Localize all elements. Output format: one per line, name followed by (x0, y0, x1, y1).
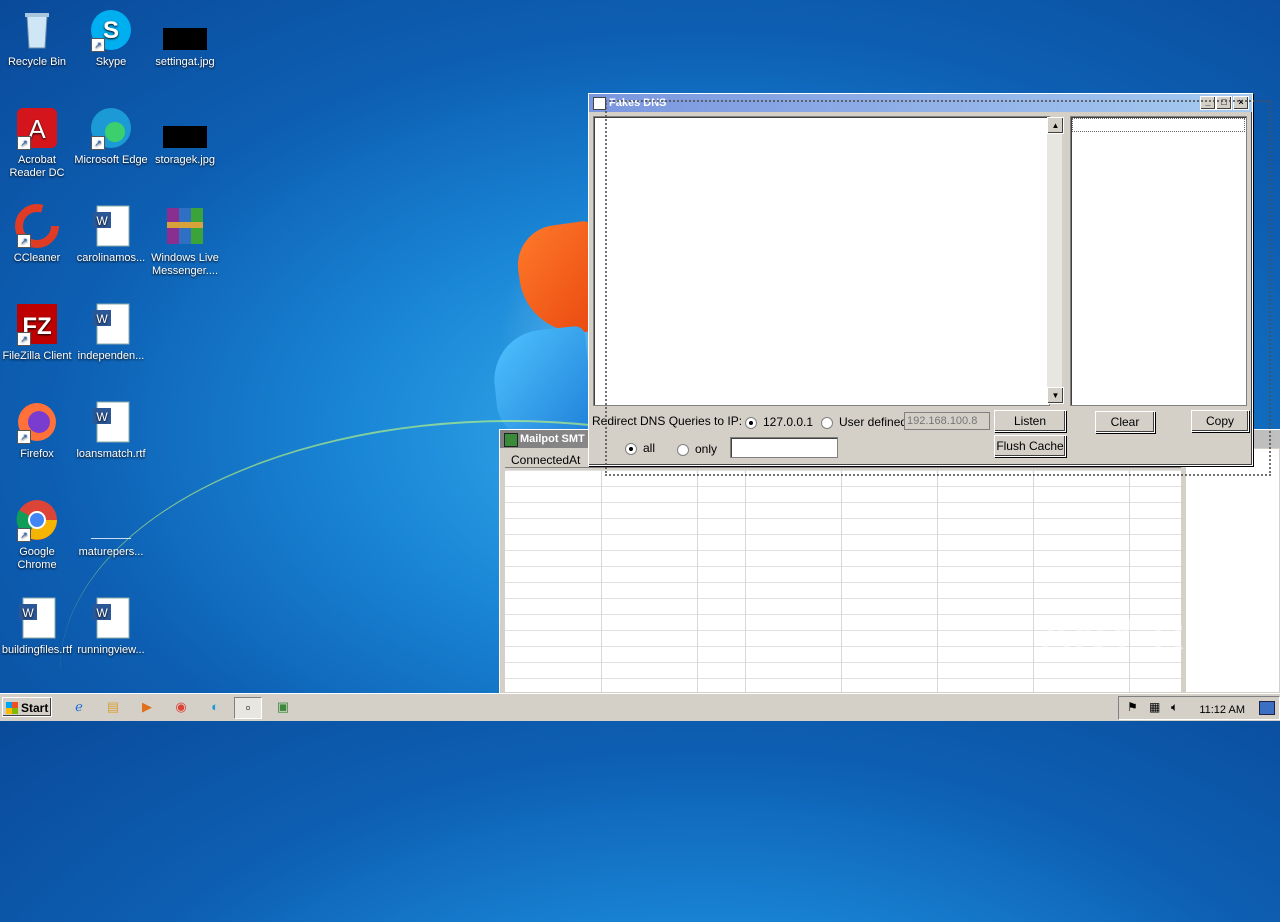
word-document-icon: W (89, 302, 133, 346)
desktop-icon-label: Acrobat Reader DC (9, 154, 65, 179)
shortcut-arrow-icon: ↗ (91, 38, 105, 52)
desktop-icon-label: CCleaner (13, 252, 61, 264)
desktop-icon-label: storagek.jpg (155, 154, 215, 166)
shortcut-arrow-icon: ↗ (17, 430, 31, 444)
desktop-icon-acrobat[interactable]: A ↗ Acrobat Reader DC (0, 106, 74, 180)
action-center-flag-icon[interactable]: ⚑ (1127, 700, 1138, 714)
firefox-icon: ↗ (15, 400, 59, 444)
word-document-icon: W (89, 204, 133, 248)
svg-text:W: W (96, 606, 108, 620)
image-file-icon (163, 8, 207, 52)
acrobat-icon: A ↗ (15, 106, 59, 150)
desktop-icon-winrar[interactable]: Windows Live Messenger.... (148, 204, 222, 278)
system-tray: ⚑ ▦ 🔈︎ 11:12 AM (1118, 696, 1280, 720)
svg-text:W: W (96, 312, 108, 326)
filezilla-icon: FZ ↗ (15, 302, 59, 346)
recycle-bin-icon (15, 8, 59, 52)
clock[interactable]: 11:12 AM (1199, 704, 1245, 716)
word-document-icon: W (89, 400, 133, 444)
desktop-icon-carolinamos[interactable]: W carolinamos... (74, 204, 148, 265)
shortcut-arrow-icon: ↗ (91, 136, 105, 150)
desktop-icon-skype[interactable]: S ↗ Skype (74, 8, 148, 69)
taskbar-mailpot[interactable]: ▣ (272, 697, 294, 717)
desktop-icon-recycle-bin[interactable]: Recycle Bin (0, 8, 74, 69)
svg-text:W: W (96, 214, 108, 228)
internet-explorer-icon[interactable]: ℯ (68, 697, 90, 717)
edge-icon: ↗ (89, 106, 133, 150)
desktop-icon-filezilla[interactable]: FZ ↗ FileZilla Client (0, 302, 74, 363)
show-desktop-icon[interactable] (1259, 701, 1275, 715)
skype-icon: S ↗ (89, 8, 133, 52)
svg-text:A: A (28, 114, 46, 144)
ccleaner-icon: ↗ (15, 204, 59, 248)
start-label: Start (21, 701, 49, 715)
desktop-icon-label: loansmatch.rtf (76, 448, 146, 460)
file-explorer-icon[interactable]: ▤ (102, 697, 124, 717)
windows-flag-icon (6, 702, 18, 714)
desktop-icon-storagek-jpg[interactable]: storagek.jpg (148, 106, 222, 167)
desktop-icon-edge[interactable]: ↗ Microsoft Edge (74, 106, 148, 167)
desktop-icon-loansmatch[interactable]: W loansmatch.rtf (74, 400, 148, 461)
winrar-archive-icon (163, 204, 207, 248)
chrome-taskbar-icon[interactable]: ◉ (170, 697, 192, 717)
desktop-icon-independen[interactable]: W independen... (74, 302, 148, 363)
desktop-icon-label: independen... (77, 350, 145, 362)
desktop-icon-label: buildingfiles.rtf (1, 644, 73, 656)
desktop-icon-maturepers[interactable]: maturepers... (74, 498, 148, 559)
taskbar-fakedns[interactable]: ▫ (234, 697, 262, 719)
desktop-icon-label: runningview... (77, 644, 145, 656)
grid-column-divider (601, 470, 602, 692)
desktop-icon-buildingfiles[interactable]: W buildingfiles.rtf (0, 596, 74, 657)
desktop-icon-label: settingat.jpg (155, 56, 215, 68)
grid-column-divider (1033, 470, 1034, 692)
desktop-icon-label: Microsoft Edge (74, 154, 148, 166)
grid-column-divider (937, 470, 938, 692)
network-icon[interactable]: ▦ (1149, 700, 1160, 714)
desktop-icon-label: FileZilla Client (2, 350, 72, 362)
volume-icon[interactable]: 🔈︎ (1171, 700, 1178, 715)
desktop-icon-label: Skype (95, 56, 127, 68)
desktop-icon-label: carolinamos... (76, 252, 146, 264)
desktop-icon-settingat-jpg[interactable]: settingat.jpg (148, 8, 222, 69)
desktop-icon-firefox[interactable]: ↗ Firefox (0, 400, 74, 461)
chrome-icon: ↗ (15, 498, 59, 542)
start-button[interactable]: Start (2, 697, 52, 717)
mailpot-title: Mailpot SMT (520, 433, 585, 445)
svg-text:W: W (96, 410, 108, 424)
column-header-connectedat[interactable]: ConnectedAt (505, 452, 601, 468)
desktop-icon-label: Windows Live Messenger.... (151, 252, 219, 277)
grid-column-divider (841, 470, 842, 692)
svg-text:W: W (22, 606, 34, 620)
taskbar: Start ℯ ▤ ▶ ◉ ◐ ▫ ▣ ⚑ ▦ 🔈︎ 11:12 AM (0, 693, 1280, 721)
media-player-icon[interactable]: ▶ (136, 697, 158, 717)
window-drag-outline (605, 100, 1271, 476)
shortcut-arrow-icon: ↗ (17, 332, 31, 346)
desktop-icon-label: Google Chrome (17, 546, 57, 571)
svg-text:S: S (103, 17, 119, 44)
grid-column-divider (697, 470, 698, 692)
word-document-icon: W (15, 596, 59, 640)
desktop-icon-ccleaner[interactable]: ↗ CCleaner (0, 204, 74, 265)
desktop-icon-label: maturepers... (78, 546, 144, 558)
desktop-icon-label: Firefox (20, 448, 54, 460)
shortcut-arrow-icon: ↗ (17, 136, 31, 150)
shortcut-arrow-icon: ↗ (17, 234, 31, 248)
anyrun-watermark: ANY RUN (1040, 610, 1254, 659)
word-document-icon: W (89, 596, 133, 640)
desktop-icon-label: Recycle Bin (7, 56, 67, 68)
shortcut-arrow-icon: ↗ (17, 528, 31, 542)
edge-taskbar-icon[interactable]: ◐ (204, 697, 226, 717)
grid-column-divider (745, 470, 746, 692)
mailpot-app-icon (504, 433, 518, 447)
image-file-icon (163, 106, 207, 150)
desktop-icon-runningview[interactable]: W runningview... (74, 596, 148, 657)
desktop-icon-chrome[interactable]: ↗ Google Chrome (0, 498, 74, 572)
blank-file-icon (89, 498, 133, 542)
